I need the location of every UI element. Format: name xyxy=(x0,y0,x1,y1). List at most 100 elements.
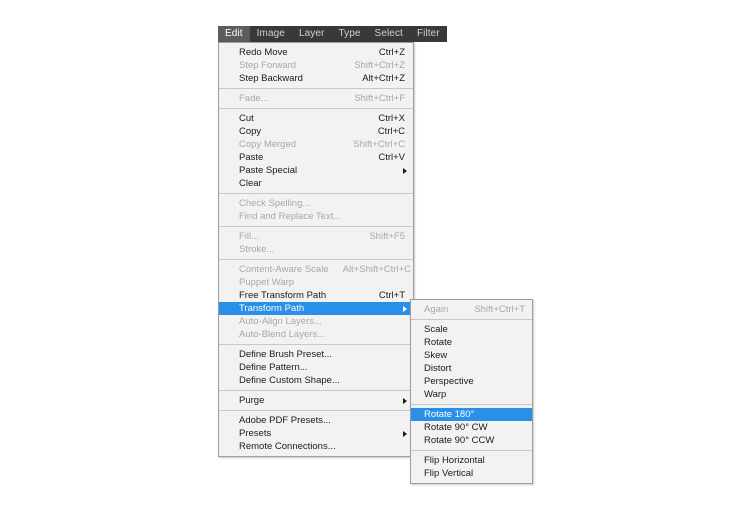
menu-item-label: Copy xyxy=(239,126,262,137)
menu-item-label: Redo Move xyxy=(239,47,288,58)
transform-submenu-item-skew[interactable]: Skew xyxy=(411,349,532,362)
transform-submenu-item-rotate-90-ccw[interactable]: Rotate 90° CCW xyxy=(411,434,532,447)
edit-menu-item-presets[interactable]: Presets xyxy=(219,427,413,440)
edit-menu-item-puppet-warp: Puppet Warp xyxy=(219,276,413,289)
edit-menu-item-copy[interactable]: Copy Ctrl+C xyxy=(219,125,413,138)
menu-item-label: Scale xyxy=(424,324,448,335)
menu-item-label: Rotate 90° CW xyxy=(424,422,488,433)
edit-menu-item-fade: Fade... Shift+Ctrl+F xyxy=(219,92,413,105)
edit-menu-item-fill: Fill... Shift+F5 xyxy=(219,230,413,243)
edit-menu-item-remote-connections[interactable]: Remote Connections... xyxy=(219,440,413,453)
menu-separator xyxy=(219,390,413,391)
transform-submenu-item-flip-horizontal[interactable]: Flip Horizontal xyxy=(411,454,532,467)
menu-item-shortcut: Shift+Ctrl+Z xyxy=(354,60,405,71)
edit-menu-item-define-custom-shape[interactable]: Define Custom Shape... xyxy=(219,374,413,387)
chevron-right-icon xyxy=(403,167,407,174)
edit-menu-item-find-and-replace-text: Find and Replace Text... xyxy=(219,210,413,223)
menu-item-label: Fill... xyxy=(239,231,260,242)
edit-menu-item-redo-move[interactable]: Redo Move Ctrl+Z xyxy=(219,46,413,59)
edit-menu-item-adobe-pdf-presets[interactable]: Adobe PDF Presets... xyxy=(219,414,413,427)
menu-item-label: Flip Horizontal xyxy=(424,455,485,466)
menu-separator xyxy=(411,319,532,320)
menu-item-shortcut: Ctrl+C xyxy=(377,126,405,137)
menu-item-label: Step Backward xyxy=(239,73,303,84)
menu-separator xyxy=(219,193,413,194)
edit-menu-item-free-transform-path[interactable]: Free Transform Path Ctrl+T xyxy=(219,289,413,302)
transform-path-submenu: Again Shift+Ctrl+T Scale Rotate Skew Distort P… xyxy=(410,299,533,484)
transform-submenu-item-rotate-180[interactable]: Rotate 180° xyxy=(411,408,532,421)
edit-menu-item-clear[interactable]: Clear xyxy=(219,177,413,190)
edit-menu-item-define-brush-preset[interactable]: Define Brush Preset... xyxy=(219,348,413,361)
menu-item-label: Adobe PDF Presets... xyxy=(239,415,331,426)
menu-item-label: Define Custom Shape... xyxy=(239,375,340,386)
menu-item-shortcut: Shift+F5 xyxy=(369,231,405,242)
transform-submenu-item-rotate-90-cw[interactable]: Rotate 90° CW xyxy=(411,421,532,434)
chevron-right-icon xyxy=(403,430,407,437)
menu-separator xyxy=(219,88,413,89)
menu-item-label: Find and Replace Text... xyxy=(239,211,342,222)
menu-item-label: Perspective xyxy=(424,376,474,387)
menu-item-shortcut: Shift+Ctrl+T xyxy=(474,304,525,315)
edit-menu-item-auto-blend-layers: Auto-Blend Layers... xyxy=(219,328,413,341)
menu-item-shortcut: Ctrl+T xyxy=(378,290,405,301)
menubar-item-layer[interactable]: Layer xyxy=(292,26,332,42)
menubar-item-type[interactable]: Type xyxy=(331,26,367,42)
menu-item-label: Copy Merged xyxy=(239,139,297,150)
menu-separator xyxy=(219,108,413,109)
menu-item-label: Remote Connections... xyxy=(239,441,336,452)
transform-submenu-item-distort[interactable]: Distort xyxy=(411,362,532,375)
menu-item-label: Paste xyxy=(239,152,264,163)
menu-item-shortcut: Alt+Shift+Ctrl+C xyxy=(342,264,411,275)
edit-menu-item-cut[interactable]: Cut Ctrl+X xyxy=(219,112,413,125)
menu-item-shortcut: Alt+Ctrl+Z xyxy=(362,73,405,84)
menu-separator xyxy=(219,259,413,260)
menubar-item-filter[interactable]: Filter xyxy=(410,26,447,42)
menu-item-label: Define Brush Preset... xyxy=(239,349,332,360)
menu-item-shortcut: Ctrl+X xyxy=(378,113,405,124)
menu-item-label: Cut xyxy=(239,113,254,124)
menu-separator xyxy=(219,344,413,345)
edit-menu-item-stroke: Stroke... xyxy=(219,243,413,256)
transform-submenu-item-scale[interactable]: Scale xyxy=(411,323,532,336)
edit-menu-item-transform-path[interactable]: Transform Path xyxy=(219,302,413,315)
edit-menu-item-paste-special[interactable]: Paste Special xyxy=(219,164,413,177)
menu-item-label: Again xyxy=(424,304,449,315)
menu-separator xyxy=(411,404,532,405)
menubar-item-select[interactable]: Select xyxy=(368,26,410,42)
menubar-item-image[interactable]: Image xyxy=(250,26,292,42)
menu-item-label: Distort xyxy=(424,363,452,374)
transform-submenu-item-warp[interactable]: Warp xyxy=(411,388,532,401)
edit-menu-item-auto-align-layers: Auto-Align Layers... xyxy=(219,315,413,328)
menu-item-label: Skew xyxy=(424,350,448,361)
edit-dropdown-menu: Redo Move Ctrl+Z Step Forward Shift+Ctrl+Z S… xyxy=(218,42,414,457)
menu-item-label: Warp xyxy=(424,389,447,400)
menu-item-label: Free Transform Path xyxy=(239,290,327,301)
menu-item-label: Transform Path xyxy=(239,303,305,314)
menu-separator xyxy=(219,410,413,411)
menu-item-label: Auto-Blend Layers... xyxy=(239,329,326,340)
menu-item-label: Check Spelling... xyxy=(239,198,311,209)
transform-submenu-item-rotate[interactable]: Rotate xyxy=(411,336,532,349)
edit-menu-item-content-aware-scale: Content-Aware Scale Alt+Shift+Ctrl+C xyxy=(219,263,413,276)
menu-item-label: Define Pattern... xyxy=(239,362,308,373)
menu-item-label: Stroke... xyxy=(239,244,275,255)
edit-menu-item-purge[interactable]: Purge xyxy=(219,394,413,407)
chevron-right-icon xyxy=(403,305,407,312)
transform-submenu-item-flip-vertical[interactable]: Flip Vertical xyxy=(411,467,532,480)
edit-menu-item-define-pattern[interactable]: Define Pattern... xyxy=(219,361,413,374)
menu-item-label: Puppet Warp xyxy=(239,277,295,288)
menu-item-label: Presets xyxy=(239,428,272,439)
menu-bar: Edit Image Layer Type Select Filter xyxy=(218,26,447,42)
edit-menu-item-step-backward[interactable]: Step Backward Alt+Ctrl+Z xyxy=(219,72,413,85)
edit-menu-item-step-forward: Step Forward Shift+Ctrl+Z xyxy=(219,59,413,72)
edit-menu-item-paste[interactable]: Paste Ctrl+V xyxy=(219,151,413,164)
menu-item-shortcut: Shift+Ctrl+C xyxy=(353,139,405,150)
menu-item-label: Rotate 180° xyxy=(424,409,475,420)
transform-submenu-item-perspective[interactable]: Perspective xyxy=(411,375,532,388)
menu-item-label: Fade... xyxy=(239,93,269,104)
menu-item-label: Auto-Align Layers... xyxy=(239,316,322,327)
menu-item-shortcut: Ctrl+V xyxy=(378,152,405,163)
menubar-item-edit[interactable]: Edit xyxy=(218,26,250,42)
edit-menu-item-copy-merged: Copy Merged Shift+Ctrl+C xyxy=(219,138,413,151)
app-screen: Edit Image Layer Type Select Filter Redo Move… xyxy=(0,0,750,510)
